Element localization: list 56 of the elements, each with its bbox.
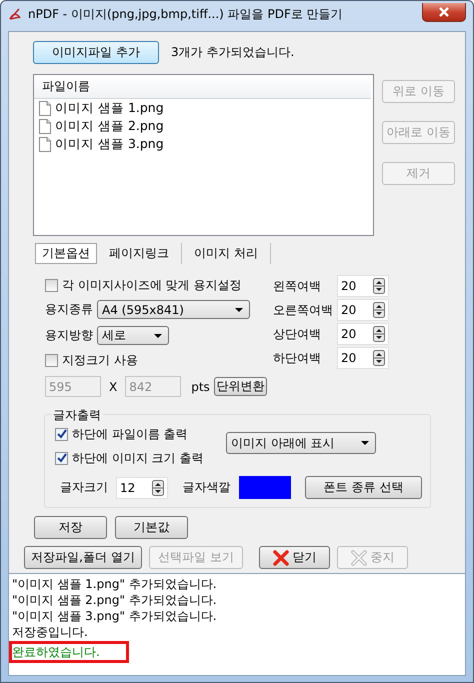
file-icon	[39, 118, 51, 134]
margin-spinner[interactable]: 20	[337, 275, 389, 297]
font-select-button[interactable]: 폰트 종류 선택	[305, 476, 422, 499]
checkbox[interactable]	[45, 278, 58, 292]
action-button[interactable]: 닫기	[259, 546, 330, 569]
action-button[interactable]: 저장파일,폴더 열기	[24, 546, 142, 569]
file-item[interactable]: 이미지 샘플 2.png	[34, 117, 373, 135]
font-color-label: 글자색깔	[182, 479, 231, 496]
margin-label: 하단여백	[273, 350, 322, 366]
font-size-label: 글자크기	[60, 479, 108, 496]
margin-spinner[interactable]: 20	[337, 347, 389, 369]
add-image-button[interactable]: 이미지파일 추가	[33, 41, 159, 64]
checkbox-label: 각 이미지사이즈에 맞게 용지설정	[62, 276, 242, 294]
margin-label: 왼쪽여백	[273, 278, 322, 294]
window-title: nPDF - 이미지(png,jpg,bmp,tiff...) 파일을 PDF로 만들기	[28, 6, 343, 22]
margin-spinner[interactable]: 20	[337, 299, 389, 321]
close-icon	[438, 7, 450, 17]
checkbox-label: 지정크기 사용	[62, 352, 138, 368]
log-line: "이미지 샘플 2.png" 추가되었습니다.	[12, 592, 217, 608]
file-item[interactable]: 이미지 샘플 1.png	[34, 99, 373, 117]
log-line: 저장중입니다.	[12, 624, 88, 640]
paper-type-label: 용지종류	[45, 301, 93, 318]
times-sign: X	[109, 380, 118, 394]
margin-label: 오른쪽여백	[273, 302, 334, 318]
checkbox-label: 하단에 파일이름 출력	[72, 426, 188, 442]
margin-spinner[interactable]: 20	[337, 323, 389, 345]
margin-label: 상단여백	[273, 326, 322, 342]
tab[interactable]: 기본옵션	[35, 243, 97, 264]
checkbox-label: 하단에 이미지 크기 출력	[72, 450, 204, 466]
app-icon	[8, 7, 22, 21]
file-icon	[39, 100, 51, 116]
checkbox[interactable]	[55, 428, 68, 440]
paper-type-dropdown[interactable]: A4 (595x841)	[97, 300, 250, 319]
log-line: "이미지 샘플 3.png" 추가되었습니다.	[12, 608, 217, 624]
option-button[interactable]: 저장	[34, 516, 107, 539]
orientation-label: 용지방향	[45, 327, 93, 344]
stop-icon	[350, 550, 366, 566]
file-item[interactable]: 이미지 샘플 3.png	[34, 135, 373, 153]
file-icon	[39, 136, 51, 152]
orientation-dropdown[interactable]: 세로	[97, 326, 169, 345]
log-line: "이미지 샘플 1.png" 추가되었습니다.	[12, 576, 217, 592]
color-swatch[interactable]	[238, 476, 292, 499]
checkbox[interactable]	[45, 354, 58, 366]
tab[interactable]: 페이지링크	[97, 243, 182, 264]
font-size-spinner[interactable]: 12	[116, 476, 168, 498]
unit-label: pts	[191, 380, 210, 394]
position-dropdown[interactable]: 이미지 아래에 표시	[226, 432, 376, 454]
status-text: 3개가 추가되었습니다.	[171, 44, 294, 61]
convert-unit-button[interactable]: 단위변환	[214, 377, 267, 396]
option-button[interactable]: 기본값	[115, 516, 188, 539]
close-button[interactable]	[422, 3, 466, 22]
log-line: 완료하였습니다.	[12, 644, 126, 660]
group-title: 글자출력	[51, 407, 103, 424]
close-icon	[272, 550, 288, 566]
tab[interactable]: 이미지 처리	[182, 243, 271, 264]
checkbox[interactable]	[55, 452, 68, 464]
